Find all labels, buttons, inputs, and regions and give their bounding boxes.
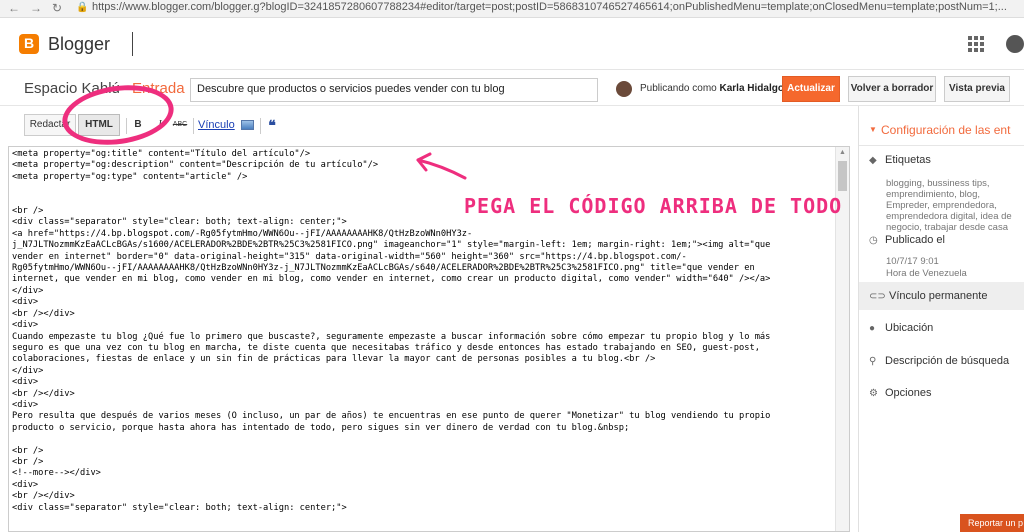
image-icon[interactable] — [238, 114, 256, 136]
revert-to-draft-button[interactable]: Volver a borrador — [848, 76, 936, 102]
gear-icon: ⚙ — [869, 388, 878, 399]
preview-button[interactable]: Vista previa — [944, 76, 1010, 102]
code-line: <a href="https://4.bp.blogspot.com/-Rg05… — [12, 228, 473, 239]
link-icon: ⊂⊃ — [869, 291, 886, 302]
brand-name: Blogger — [48, 34, 111, 54]
code-line: <div class="separator" style="clear: bot… — [12, 217, 347, 228]
search-icon: ⚲ — [869, 356, 877, 367]
code-line: <br /> — [12, 456, 44, 467]
code-line: Pero resulta que después de varios meses… — [12, 411, 771, 422]
url-field[interactable]: https://www.blogger.com/blogger.g?blogID… — [92, 1, 1022, 13]
blogger-logo-icon[interactable] — [19, 34, 39, 54]
published-date: 10/7/17 9:01 — [886, 256, 939, 267]
code-line: Cuando empezaste tu blog ¿Qué fue lo pri… — [12, 331, 771, 342]
published-title: Publicado el — [885, 234, 945, 246]
code-line: <div> — [12, 399, 39, 410]
code-line: <br /></div> — [12, 308, 75, 319]
labels-value: blogging, bussiness tips, emprendimiento… — [886, 178, 1012, 233]
avatar — [616, 81, 632, 97]
annotation-text: PEGA EL CÓDIGO ARRIBA DE TODO — [464, 194, 843, 218]
publishing-as-prefix: Publicando como — [640, 83, 717, 94]
settings-header-label: Configuración de las ent — [881, 123, 1011, 137]
tag-icon: ◆ — [869, 155, 877, 166]
code-line: <div> — [12, 297, 39, 308]
code-line: <div class="separator" style="clear: bot… — [12, 502, 347, 513]
app-header: Blogger — [0, 18, 1024, 70]
code-line: <div> — [12, 320, 39, 331]
post-title-input[interactable]: Descubre que productos o servicios puede… — [190, 78, 598, 102]
location-pin-icon: ● — [869, 323, 876, 334]
code-line: <br /></div> — [12, 491, 75, 502]
reload-icon[interactable]: ↻ — [52, 1, 62, 15]
code-line: <div> — [12, 377, 39, 388]
code-line: seguro es que una vez con tu blog en mar… — [12, 342, 760, 353]
quote-icon[interactable]: ❝ — [264, 114, 280, 136]
account-icon[interactable] — [1006, 35, 1024, 53]
code-line: colaboraciones, fiestas de enlace y un s… — [12, 354, 656, 365]
permalink-title: Vínculo permanente — [889, 290, 988, 302]
labels-title: Etiquetas — [885, 154, 931, 166]
clock-icon: ◷ — [869, 235, 878, 246]
back-icon[interactable]: ← — [8, 1, 20, 15]
scroll-thumb[interactable] — [838, 161, 847, 191]
scroll-up-icon[interactable]: ▲ — [839, 149, 846, 156]
code-line: vender en internet" border="0" data-orig… — [12, 251, 687, 262]
caret-down-icon: ▼ — [869, 125, 877, 134]
annotation-arrow-icon — [416, 152, 467, 180]
code-line: </div> — [12, 285, 44, 296]
code-line: j_N7JLTNozmmKzEaACLcBGAs/s1600/ACELERADO… — [12, 240, 771, 251]
code-line: <br /> — [12, 445, 44, 456]
header-divider — [132, 32, 133, 56]
forward-icon[interactable]: → — [30, 1, 42, 15]
published-timezone: Hora de Venezuela — [886, 268, 967, 279]
link-button[interactable]: Vínculo — [197, 114, 235, 136]
code-line: internet, que vender en mi blog, como ve… — [12, 274, 771, 285]
browser-url-bar: ← → ↻ 🔒 https://www.blogger.com/blogger.… — [0, 0, 1024, 18]
code-line: <!--more--></div> — [12, 468, 101, 479]
lock-icon: 🔒 — [76, 2, 89, 13]
options-title: Opciones — [885, 387, 932, 399]
settings-header[interactable]: ▼ Configuración de las ent — [859, 112, 1024, 146]
search-description-title: Descripción de búsqueda — [885, 355, 1010, 367]
code-line: <br /></div> — [12, 388, 75, 399]
post-settings-sidebar: ▼ Configuración de las ent ◆ Etiquetas b… — [858, 106, 1024, 532]
strikethrough-button[interactable]: ABC — [170, 114, 190, 136]
publishing-as-user: Karla Hidalgo — [719, 83, 784, 94]
code-line: producto o servicio, porque hasta ahora … — [12, 422, 630, 433]
report-problem-button[interactable]: Reportar un p — [960, 514, 1024, 532]
link-button-label: Vínculo — [198, 119, 235, 131]
code-line: </div> — [12, 365, 44, 376]
apps-grid-icon[interactable] — [968, 36, 984, 52]
publishing-as: Publicando como Karla Hidalgo — [640, 83, 784, 94]
toolbar-divider — [193, 118, 194, 134]
update-button[interactable]: Actualizar — [782, 76, 840, 102]
toolbar-divider — [260, 118, 261, 134]
code-line: <div> — [12, 479, 39, 490]
location-title: Ubicación — [885, 322, 934, 334]
code-line: Rg05fytmHmo/WWN6Ou--jFI/AAAAAAAAHK8/QtHz… — [12, 263, 755, 274]
